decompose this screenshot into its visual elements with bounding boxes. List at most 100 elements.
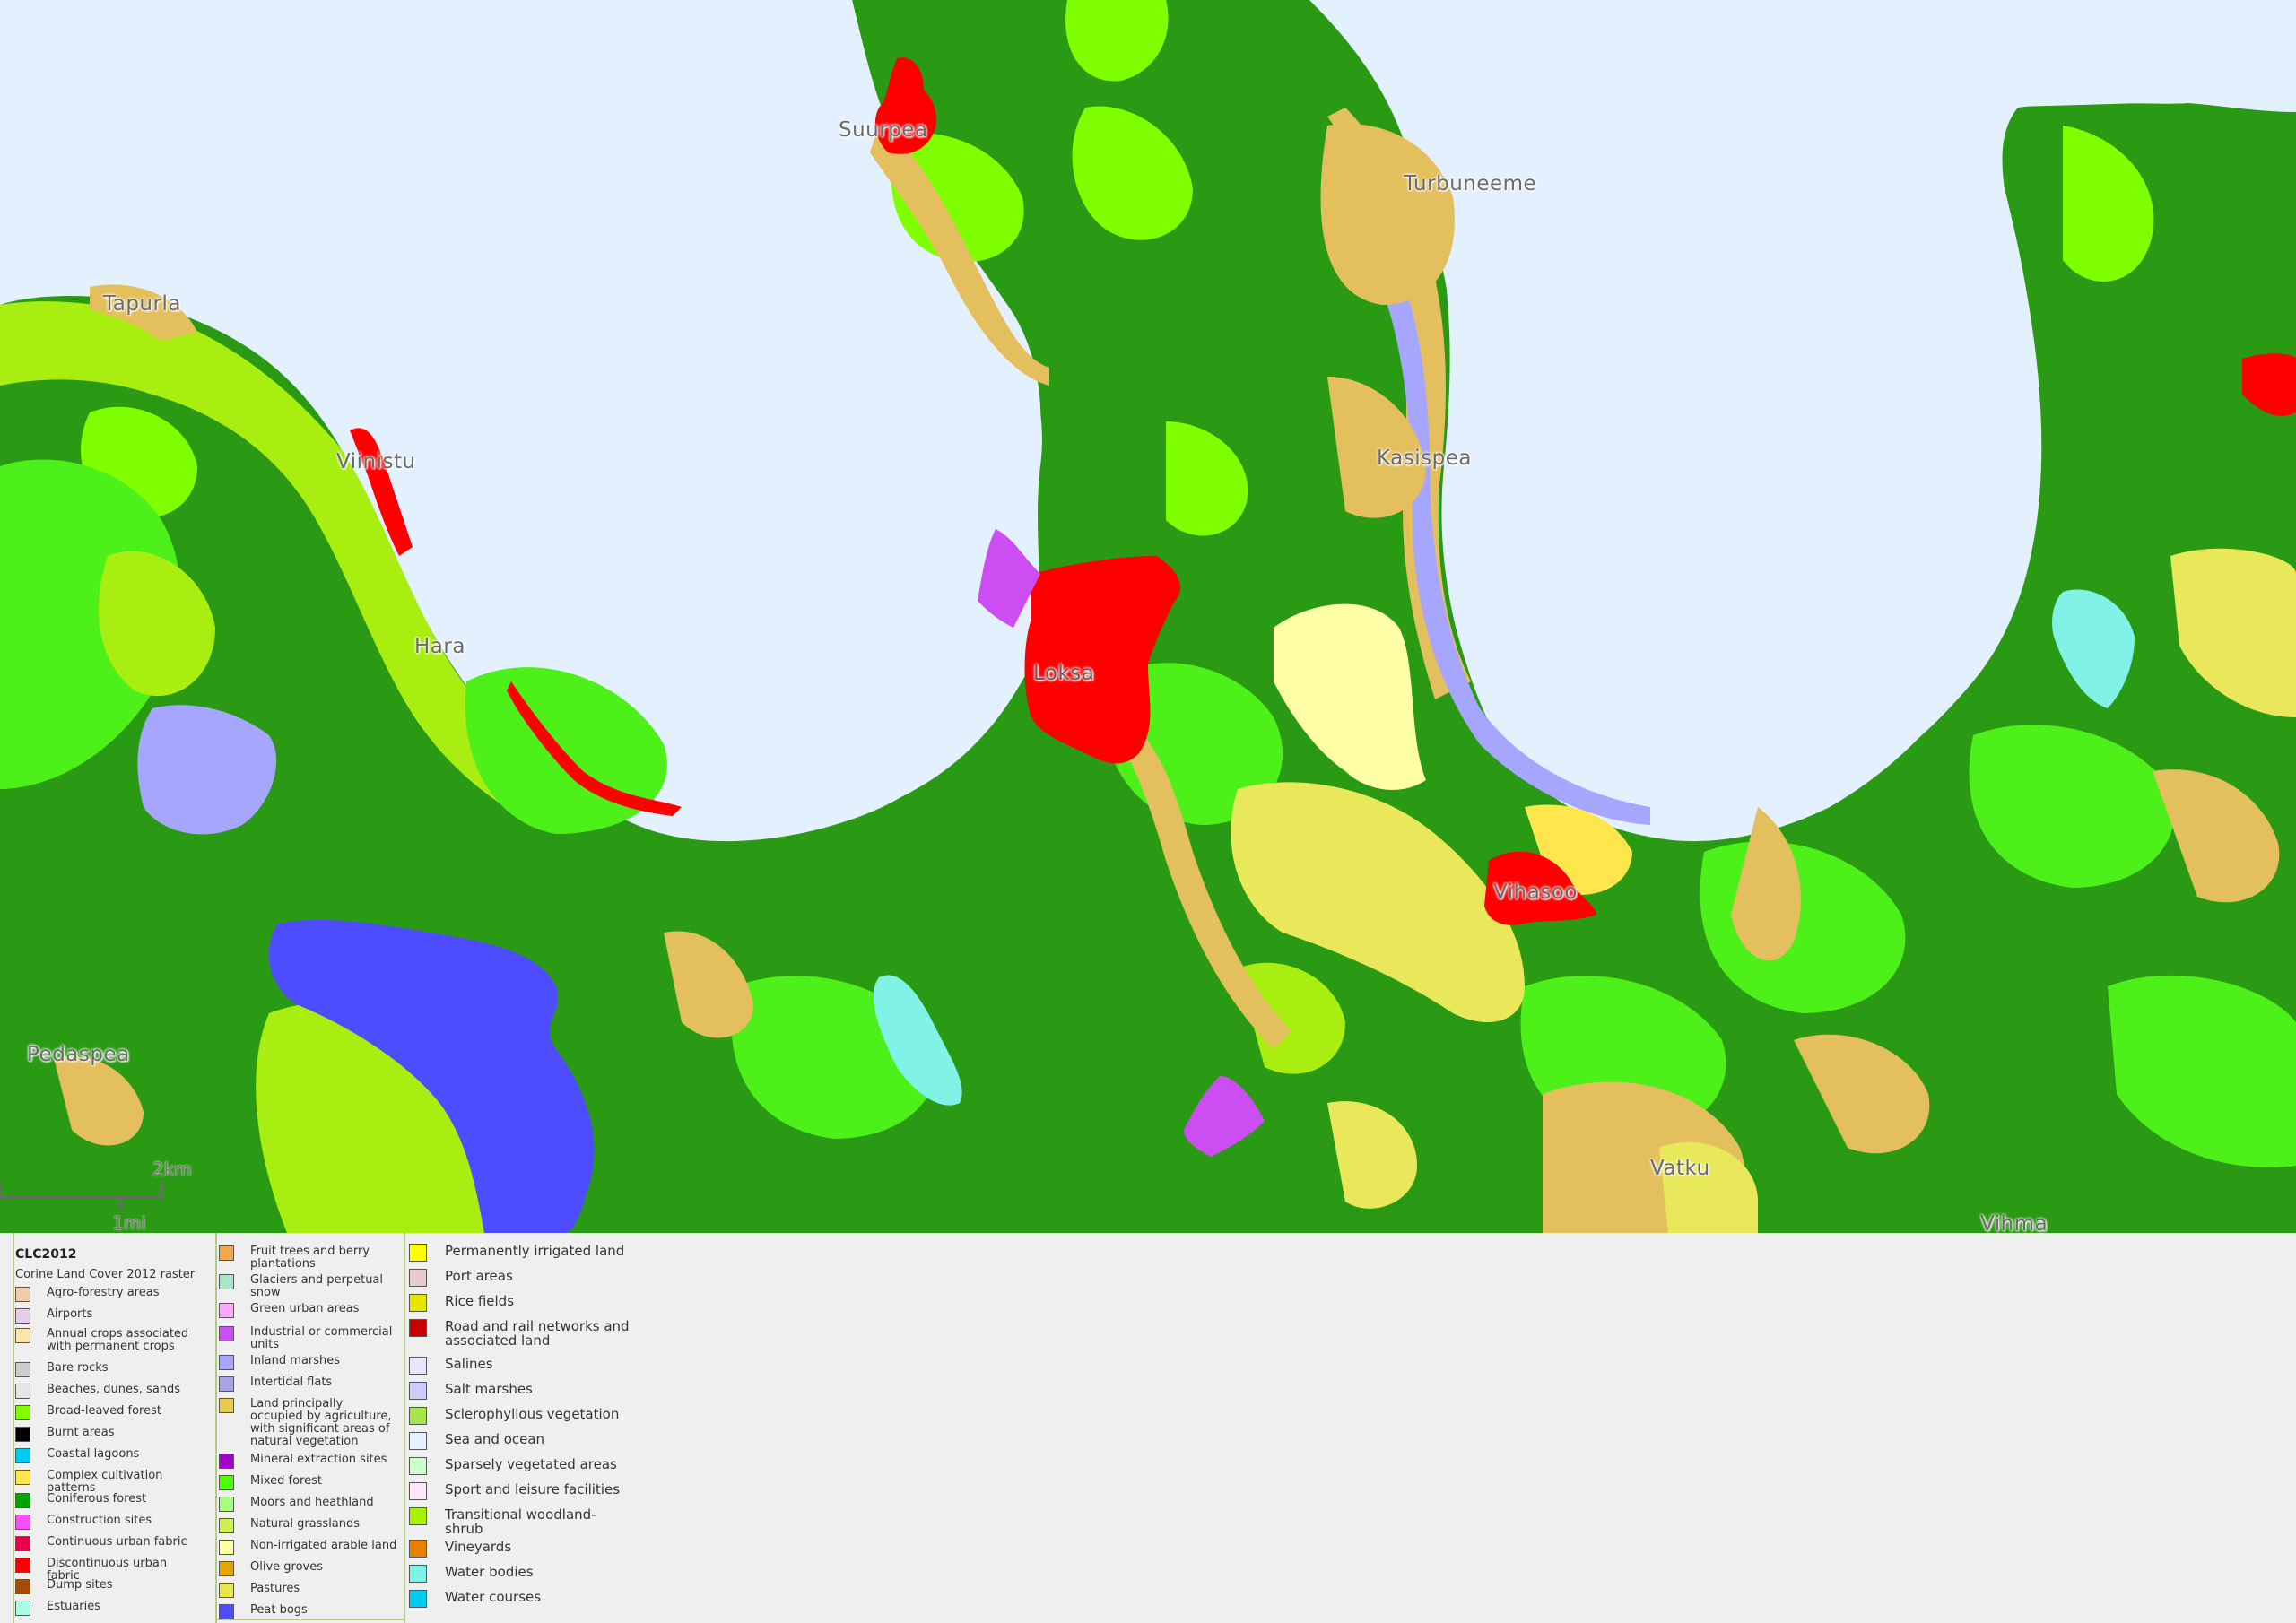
legend-item: Non-irrigated arable land (219, 1540, 398, 1555)
legend-item: Broad-leaved forest (15, 1405, 195, 1420)
legend-label: Non-irrigated arable land (250, 1539, 397, 1552)
legend-label: Salines (445, 1356, 493, 1372)
legend-item: Beaches, dunes, sands (15, 1384, 195, 1399)
legend-label: Inland marshes (250, 1354, 341, 1367)
legend-item: Intertidal flats (219, 1376, 398, 1392)
land-cover-map[interactable]: Suurpea Turbuneeme Tapurla Viinistu Kasi… (0, 0, 2296, 1233)
legend-swatch (15, 1601, 30, 1616)
legend-swatch (15, 1328, 30, 1343)
legend-label: Peat bogs (250, 1603, 308, 1617)
legend-swatch (409, 1269, 427, 1287)
legend-item: Olive groves (219, 1561, 398, 1576)
legend-label: Rice fields (445, 1293, 515, 1309)
legend-label: Green urban areas (250, 1302, 360, 1315)
legend-label: Olive groves (250, 1560, 324, 1574)
legend-item: Vineyards (409, 1540, 633, 1558)
place-label-vihma: Vihma (1980, 1212, 2048, 1233)
legend-label: Natural grasslands (250, 1517, 361, 1531)
legend-swatch (219, 1475, 234, 1490)
place-label-suurpea: Suurpea (839, 118, 928, 142)
legend-label: Transitional woodland-shrub (445, 1506, 596, 1537)
legend-item: Complex cultivation patterns (15, 1470, 195, 1495)
legend-item: Glaciers and perpetual snow (219, 1274, 398, 1299)
legend-item: Land principally occupied by agriculture… (219, 1398, 398, 1448)
legend-swatch (409, 1457, 427, 1475)
place-label-turbuneeme: Turbuneeme (1404, 172, 1537, 195)
legend-item: Sclerophyllous vegetation (409, 1407, 633, 1425)
legend-label: Sport and leisure facilities (445, 1481, 621, 1497)
legend-divider (215, 1233, 217, 1623)
legend-swatch (409, 1590, 427, 1608)
legend-label: Continuous urban fabric (47, 1535, 187, 1549)
place-label-vihasoo: Vihasoo (1493, 881, 1578, 904)
legend-label: Vineyards (445, 1539, 512, 1555)
place-label-tapurla: Tapurla (103, 292, 181, 316)
legend-label: Estuaries (47, 1600, 101, 1613)
legend-swatch (15, 1362, 30, 1377)
legend-item: Pastures (219, 1583, 398, 1598)
legend-label: Permanently irrigated land (445, 1243, 625, 1259)
legend-item: Mixed forest (219, 1475, 398, 1490)
legend-label: Moors and heathland (250, 1496, 374, 1509)
legend-item: Rice fields (409, 1294, 633, 1312)
legend-column-2: Fruit trees and berry plantations Glacier… (219, 1233, 403, 1623)
legend-swatch (219, 1376, 234, 1392)
legend-swatch (409, 1482, 427, 1500)
place-label-kasispea: Kasispea (1377, 447, 1472, 470)
legend-item: Coastal lagoons (15, 1448, 195, 1463)
legend-divider (13, 1233, 14, 1623)
legend-label: Sclerophyllous vegetation (445, 1406, 620, 1422)
legend-swatch (219, 1326, 234, 1341)
legend-swatch (15, 1448, 30, 1463)
legend-item: Transitional woodland-shrub (409, 1507, 633, 1536)
legend-item: Road and rail networks and associated la… (409, 1319, 633, 1348)
legend-swatch (15, 1470, 30, 1485)
place-label-viinistu: Viinistu (336, 450, 416, 473)
legend-item: Bare rocks (15, 1362, 195, 1377)
legend-swatch (409, 1244, 427, 1262)
legend-label: Sparsely vegetated areas (445, 1456, 617, 1472)
legend-column-3: Permanently irrigated land Port areas Rice… (409, 1233, 642, 1623)
legend-label: Complex cultivation patterns (47, 1469, 163, 1495)
legend-item: Mineral extraction sites (219, 1454, 398, 1469)
legend-swatch (15, 1405, 30, 1420)
legend-swatch (409, 1540, 427, 1558)
legend-panel: CLC2012 Corine Land Cover 2012 raster Ag… (0, 1233, 2296, 1623)
legend-column-1: Agro-forestry areas Airports Annual crops … (15, 1233, 213, 1623)
legend-label: Coastal lagoons (47, 1447, 140, 1461)
legend-label: Road and rail networks and associated la… (445, 1318, 630, 1349)
legend-item: Peat bogs (219, 1604, 398, 1619)
place-label-pedaspea: Pedaspea (27, 1043, 130, 1066)
legend-swatch (409, 1432, 427, 1450)
legend-item: Annual crops associated with permanent c… (15, 1328, 195, 1353)
legend-label: Glaciers and perpetual snow (250, 1273, 384, 1299)
legend-label: Land principally occupied by agriculture… (250, 1397, 392, 1448)
legend-swatch (409, 1294, 427, 1312)
legend-swatch (219, 1497, 234, 1512)
legend-swatch (409, 1319, 427, 1337)
legend-label: Construction sites (47, 1514, 152, 1527)
legend-item: Agro-forestry areas (15, 1287, 195, 1302)
scale-label-km: 2km (152, 1159, 192, 1180)
legend-label: Mixed forest (250, 1474, 322, 1488)
legend-item: Salt marshes (409, 1382, 633, 1400)
map-canvas (0, 0, 2296, 1233)
legend-swatch (219, 1303, 234, 1318)
legend-item: Airports (15, 1308, 195, 1324)
legend-label: Port areas (445, 1268, 513, 1284)
legend-item: Continuous urban fabric (15, 1536, 195, 1551)
legend-item: Salines (409, 1357, 633, 1375)
place-label-hara: Hara (414, 635, 465, 658)
legend-item: Sport and leisure facilities (409, 1482, 633, 1500)
legend-label: Beaches, dunes, sands (47, 1383, 181, 1396)
legend-label: Annual crops associated with permanent c… (47, 1327, 189, 1353)
legend-label: Mineral extraction sites (250, 1453, 387, 1466)
legend-swatch (219, 1245, 234, 1261)
legend-label: Fruit trees and berry plantations (250, 1245, 370, 1271)
legend-label: Agro-forestry areas (47, 1286, 160, 1299)
legend-label: Burnt areas (47, 1426, 115, 1439)
legend-label: Coniferous forest (47, 1492, 147, 1506)
legend-swatch (219, 1355, 234, 1370)
legend-item: Green urban areas (219, 1303, 398, 1318)
legend-label: Industrial or commercial units (250, 1325, 393, 1351)
